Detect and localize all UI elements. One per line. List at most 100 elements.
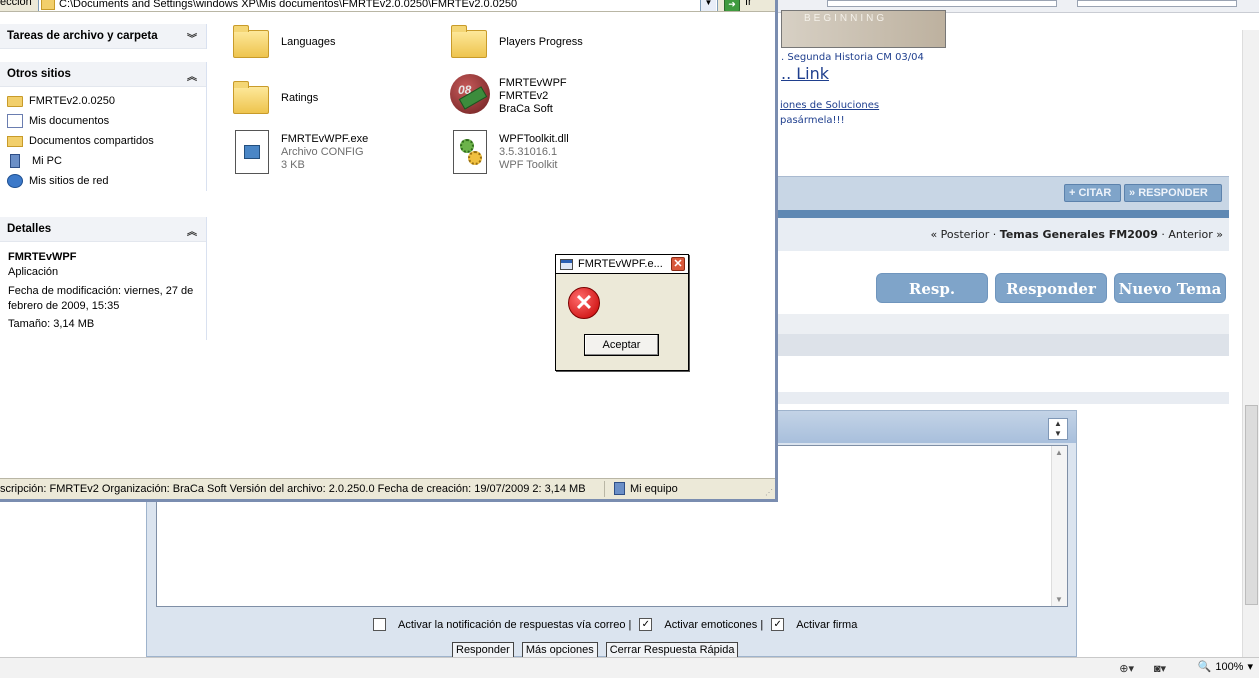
go-button-label[interactable]: Ir bbox=[745, 0, 752, 8]
scroll-up-icon[interactable]: ▲ bbox=[1055, 448, 1063, 457]
details-file-name: FMRTEvWPF bbox=[8, 251, 77, 263]
error-icon: ✕ bbox=[568, 287, 600, 319]
app-window-icon bbox=[560, 259, 573, 270]
zoom-level: 100% bbox=[1215, 660, 1244, 673]
file-folder-tasks-header[interactable]: Tareas de archivo y carpeta ︾ bbox=[0, 24, 206, 49]
address-path: C:\Documents and Settings\windows XP\Mis… bbox=[59, 0, 518, 10]
popup-icon[interactable]: ◙▾ bbox=[1154, 662, 1166, 675]
file-item-languages[interactable]: Languages bbox=[231, 22, 335, 64]
file-description: WPF Toolkit bbox=[499, 159, 558, 171]
emoticons-checkbox[interactable]: ✓ bbox=[639, 618, 653, 631]
folder-icon bbox=[449, 22, 491, 64]
email-notify-label: Activar la notificación de respuestas ví… bbox=[398, 618, 632, 631]
other-place-network[interactable]: Mis sitios de red bbox=[7, 171, 206, 191]
panel-title: Otros sitios bbox=[7, 68, 71, 80]
emoticons-label: Activar emoticones | bbox=[664, 618, 764, 631]
place-label: Documentos compartidos bbox=[29, 135, 154, 147]
forum-banner-image: BEGINNING bbox=[781, 10, 946, 48]
other-places-header[interactable]: Otros sitios ︽ bbox=[0, 62, 206, 87]
file-name: WPFToolkit.dll bbox=[499, 133, 569, 145]
file-item-players-progress[interactable]: Players Progress bbox=[449, 22, 583, 64]
address-bar: ección C:\Documents and Settings\windows… bbox=[0, 0, 775, 12]
forum-post-text: pasármela!!! bbox=[780, 115, 845, 126]
page-scrollbar[interactable] bbox=[1242, 30, 1259, 657]
file-item-fmrtevwpf-app[interactable]: 08 FMRTEvWPF FMRTEv2 BraCa Soft bbox=[449, 74, 567, 116]
other-places-list: FMRTEv2.0.0250 Mis documentos Documentos… bbox=[0, 87, 206, 191]
address-label: ección bbox=[0, 0, 32, 8]
reply-small-button[interactable]: » RESPONDER bbox=[1124, 184, 1222, 202]
signature-checkbox[interactable]: ✓ bbox=[771, 618, 785, 631]
other-place-my-documents[interactable]: Mis documentos bbox=[7, 111, 206, 131]
place-label: FMRTEv2.0.0250 bbox=[29, 95, 116, 107]
chevron-down-icon[interactable]: ︾ bbox=[187, 30, 197, 45]
address-dropdown-icon[interactable]: ▼ bbox=[700, 0, 716, 11]
zoom-icon: 🔍 bbox=[1197, 661, 1212, 673]
dll-file-icon bbox=[449, 130, 491, 174]
resize-grip-icon[interactable]: ⋰ bbox=[765, 488, 773, 497]
browser-search-field[interactable] bbox=[1077, 0, 1237, 7]
chevron-down-icon[interactable]: ▾ bbox=[1247, 660, 1253, 673]
network-places-icon bbox=[7, 174, 23, 188]
close-icon[interactable]: ✕ bbox=[671, 257, 685, 271]
file-description: FMRTEv2 bbox=[499, 90, 549, 102]
place-label: Mis sitios de red bbox=[29, 175, 109, 187]
browser-url-field[interactable] bbox=[827, 0, 1057, 7]
chevron-up-icon[interactable]: ︽ bbox=[187, 68, 197, 83]
dialog-title: FMRTEvWPF.e... bbox=[578, 258, 663, 270]
resize-toggle-icon[interactable]: ▲ ▼ bbox=[1048, 418, 1068, 440]
file-item-ratings[interactable]: Ratings bbox=[231, 78, 318, 120]
nav-separator: · bbox=[989, 228, 1000, 241]
banner-text: BEGINNING bbox=[804, 13, 888, 24]
panel-title: Detalles bbox=[7, 223, 52, 235]
status-file-info: scripción: FMRTEv2 Organización: BraCa S… bbox=[0, 483, 586, 495]
other-place-my-computer[interactable]: Mi PC bbox=[7, 151, 206, 171]
scrollbar-thumb[interactable] bbox=[1245, 405, 1258, 605]
place-label: Mi PC bbox=[32, 155, 62, 167]
status-separator bbox=[604, 481, 605, 497]
zoom-control[interactable]: 🔍 100% ▾ bbox=[1197, 660, 1253, 674]
ok-button[interactable]: Aceptar bbox=[584, 334, 659, 356]
nav-next-link[interactable]: Anterior » bbox=[1168, 228, 1223, 241]
forum-link-small[interactable]: iones de Soluciones bbox=[780, 100, 879, 111]
other-place-fmrte-folder[interactable]: FMRTEv2.0.0250 bbox=[7, 91, 206, 111]
folder-icon bbox=[7, 95, 23, 107]
file-item-config[interactable]: FMRTEvWPF.exe Archivo CONFIG 3 KB bbox=[231, 130, 369, 174]
quote-label: CITAR bbox=[1078, 187, 1112, 199]
my-computer-icon bbox=[614, 482, 625, 495]
scroll-down-icon[interactable]: ▼ bbox=[1055, 595, 1063, 604]
textarea-scrollbar[interactable]: ▲ ▼ bbox=[1051, 446, 1067, 606]
place-label: Mis documentos bbox=[29, 115, 110, 127]
chevron-up-icon[interactable]: ︽ bbox=[187, 223, 197, 238]
forum-row-stripe bbox=[777, 392, 1229, 404]
network-icon[interactable]: ⊕▾ bbox=[1119, 662, 1134, 675]
details-header[interactable]: Detalles ︽ bbox=[0, 217, 206, 242]
nav-forum-link[interactable]: Temas Generales FM2009 bbox=[1000, 228, 1158, 241]
address-input[interactable]: C:\Documents and Settings\windows XP\Mis… bbox=[38, 0, 718, 11]
config-file-icon bbox=[231, 130, 273, 174]
other-places-panel: Otros sitios ︽ FMRTEv2.0.0250 Mis docume… bbox=[0, 62, 207, 191]
other-place-shared-documents[interactable]: Documentos compartidos bbox=[7, 131, 206, 151]
file-name: FMRTEvWPF bbox=[499, 77, 567, 89]
forum-link-big[interactable]: .. Link bbox=[781, 64, 829, 83]
file-item-wpftoolkit-dll[interactable]: WPFToolkit.dll 3.5.31016.1 WPF Toolkit bbox=[449, 130, 569, 174]
details-file-type: Aplicación bbox=[8, 266, 59, 278]
new-topic-button[interactable]: Nuevo Tema bbox=[1114, 273, 1226, 303]
file-name: Players Progress bbox=[499, 36, 583, 48]
quote-button[interactable]: + CITAR bbox=[1064, 184, 1121, 202]
shared-folder-icon bbox=[7, 135, 23, 147]
nav-separator: · bbox=[1157, 228, 1169, 241]
task-pane: Tareas de archivo y carpeta ︾ Otros siti… bbox=[0, 12, 215, 478]
file-folder-tasks-panel: Tareas de archivo y carpeta ︾ bbox=[0, 24, 207, 49]
file-name: Languages bbox=[281, 36, 336, 48]
explorer-status-bar: scripción: FMRTEv2 Organización: BraCa S… bbox=[0, 478, 775, 499]
email-notify-checkbox[interactable] bbox=[373, 618, 386, 631]
reply-button[interactable]: Responder bbox=[995, 273, 1107, 303]
go-arrow-icon[interactable]: ➜ bbox=[724, 0, 740, 11]
file-name: FMRTEvWPF.exe bbox=[281, 133, 369, 145]
file-version: 3.5.31016.1 bbox=[499, 146, 558, 158]
quick-reply-button[interactable]: Resp. Rápida bbox=[876, 273, 988, 328]
details-size: Tamaño: 3,14 MB bbox=[8, 318, 95, 330]
nav-previous-link[interactable]: « Posterior bbox=[930, 228, 989, 241]
dialog-title-bar[interactable]: FMRTEvWPF.e... ✕ bbox=[556, 255, 688, 274]
explorer-window: ección C:\Documents and Settings\windows… bbox=[0, 0, 778, 502]
